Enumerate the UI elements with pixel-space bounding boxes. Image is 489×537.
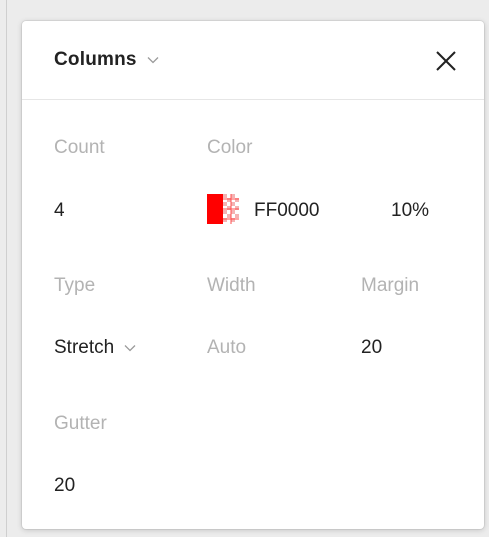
color-swatch-icon[interactable]: [207, 194, 239, 224]
panel-header: Columns: [22, 21, 484, 100]
gutter-label: Gutter: [54, 413, 107, 434]
color-hex-input[interactable]: FF0000: [254, 200, 319, 222]
columns-grid-panel: Columns Count Color 4 FF0000 10% Type Wi…: [22, 21, 484, 529]
margin-label: Margin: [361, 275, 420, 296]
type-value: Stretch: [54, 337, 115, 358]
columns-type-dropdown[interactable]: Columns: [54, 49, 159, 71]
chevron-down-icon: [147, 57, 159, 64]
color-opacity-input[interactable]: 10%: [391, 200, 429, 222]
color-label: Color: [207, 137, 253, 158]
width-input[interactable]: Auto: [207, 337, 246, 359]
backdrop-divider: [6, 0, 7, 537]
type-dropdown[interactable]: Stretch: [54, 337, 136, 359]
type-label: Type: [54, 275, 96, 296]
width-label: Width: [207, 275, 256, 296]
panel-title: Columns: [54, 49, 137, 70]
count-label: Count: [54, 137, 105, 158]
count-input[interactable]: 4: [54, 200, 65, 222]
gutter-input[interactable]: 20: [54, 475, 75, 497]
chevron-down-icon: [124, 345, 136, 352]
close-icon[interactable]: [432, 47, 460, 75]
margin-input[interactable]: 20: [361, 337, 382, 359]
